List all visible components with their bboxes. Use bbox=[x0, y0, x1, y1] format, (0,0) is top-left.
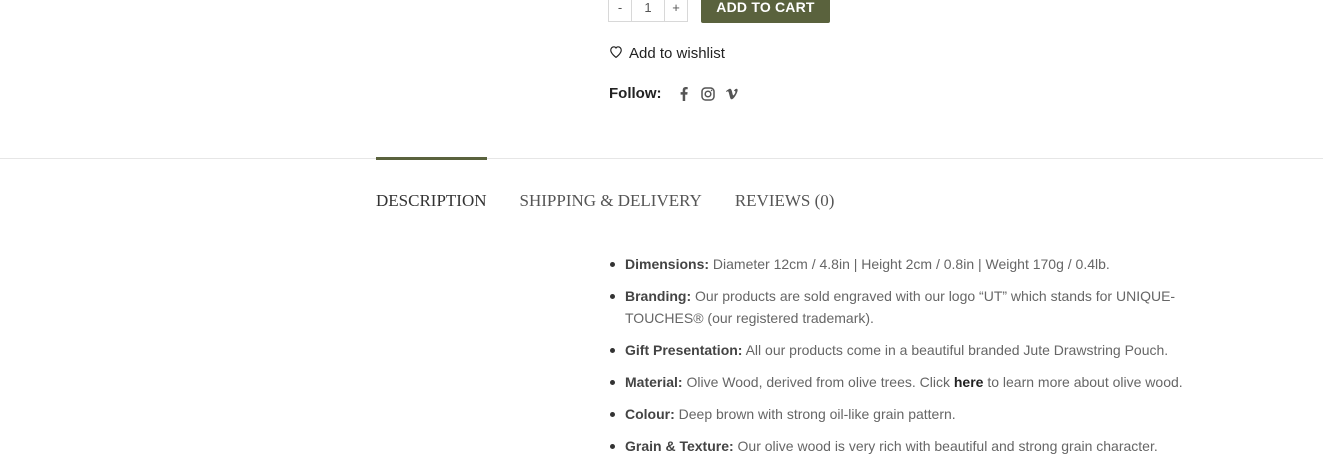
follow-label: Follow: bbox=[609, 85, 662, 102]
heart-icon bbox=[609, 45, 623, 62]
item-label: Material: bbox=[625, 374, 683, 390]
list-item: Dimensions: Diameter 12cm / 4.8in | Heig… bbox=[610, 253, 1195, 275]
item-label: Dimensions: bbox=[625, 256, 710, 272]
quantity-decrease-button[interactable]: - bbox=[609, 0, 631, 21]
item-text: All our products come in a beautiful bra… bbox=[742, 342, 1169, 358]
item-label: Grain & Texture: bbox=[625, 438, 734, 454]
tab-reviews[interactable]: REVIEWS (0) bbox=[735, 157, 835, 217]
quantity-increase-button[interactable]: + bbox=[665, 0, 687, 21]
list-item: Grain & Texture: Our olive wood is very … bbox=[610, 435, 1195, 457]
follow-row: Follow: bbox=[609, 85, 748, 102]
description-list: Dimensions: Diameter 12cm / 4.8in | Heig… bbox=[610, 253, 1195, 467]
facebook-icon[interactable] bbox=[676, 86, 692, 102]
list-item: Colour: Deep brown with strong oil-like … bbox=[610, 403, 1195, 425]
item-text: Diameter 12cm / 4.8in | Height 2cm / 0.8… bbox=[709, 256, 1110, 272]
item-text: Olive Wood, derived from olive trees. Cl… bbox=[682, 374, 954, 390]
wishlist-label: Add to wishlist bbox=[629, 45, 725, 62]
quantity-stepper[interactable]: - 1 + bbox=[608, 0, 688, 22]
item-text: Our olive wood is very rich with beautif… bbox=[733, 438, 1158, 454]
list-item: Gift Presentation: All our products come… bbox=[610, 339, 1195, 361]
olive-wood-link[interactable]: here bbox=[954, 374, 984, 390]
item-text: Deep brown with strong oil-like grain pa… bbox=[674, 406, 956, 422]
item-text: to learn more about olive wood. bbox=[983, 374, 1183, 390]
vimeo-icon[interactable] bbox=[724, 86, 740, 102]
item-label: Gift Presentation: bbox=[625, 342, 743, 358]
tab-description[interactable]: DESCRIPTION bbox=[376, 157, 487, 217]
list-item: Branding: Our products are sold engraved… bbox=[610, 285, 1195, 329]
product-tabs: DESCRIPTION SHIPPING & DELIVERY REVIEWS … bbox=[376, 157, 867, 217]
list-item: Material: Olive Wood, derived from olive… bbox=[610, 371, 1195, 393]
tab-shipping-delivery[interactable]: SHIPPING & DELIVERY bbox=[520, 157, 702, 217]
quantity-input[interactable]: 1 bbox=[631, 0, 665, 21]
add-to-cart-button[interactable]: ADD TO CART bbox=[701, 0, 830, 23]
item-text: Our products are sold engraved with our … bbox=[625, 288, 1176, 326]
item-label: Branding: bbox=[625, 288, 692, 304]
add-to-wishlist-link[interactable]: Add to wishlist bbox=[609, 45, 725, 62]
instagram-icon[interactable] bbox=[700, 86, 716, 102]
item-label: Colour: bbox=[625, 406, 675, 422]
